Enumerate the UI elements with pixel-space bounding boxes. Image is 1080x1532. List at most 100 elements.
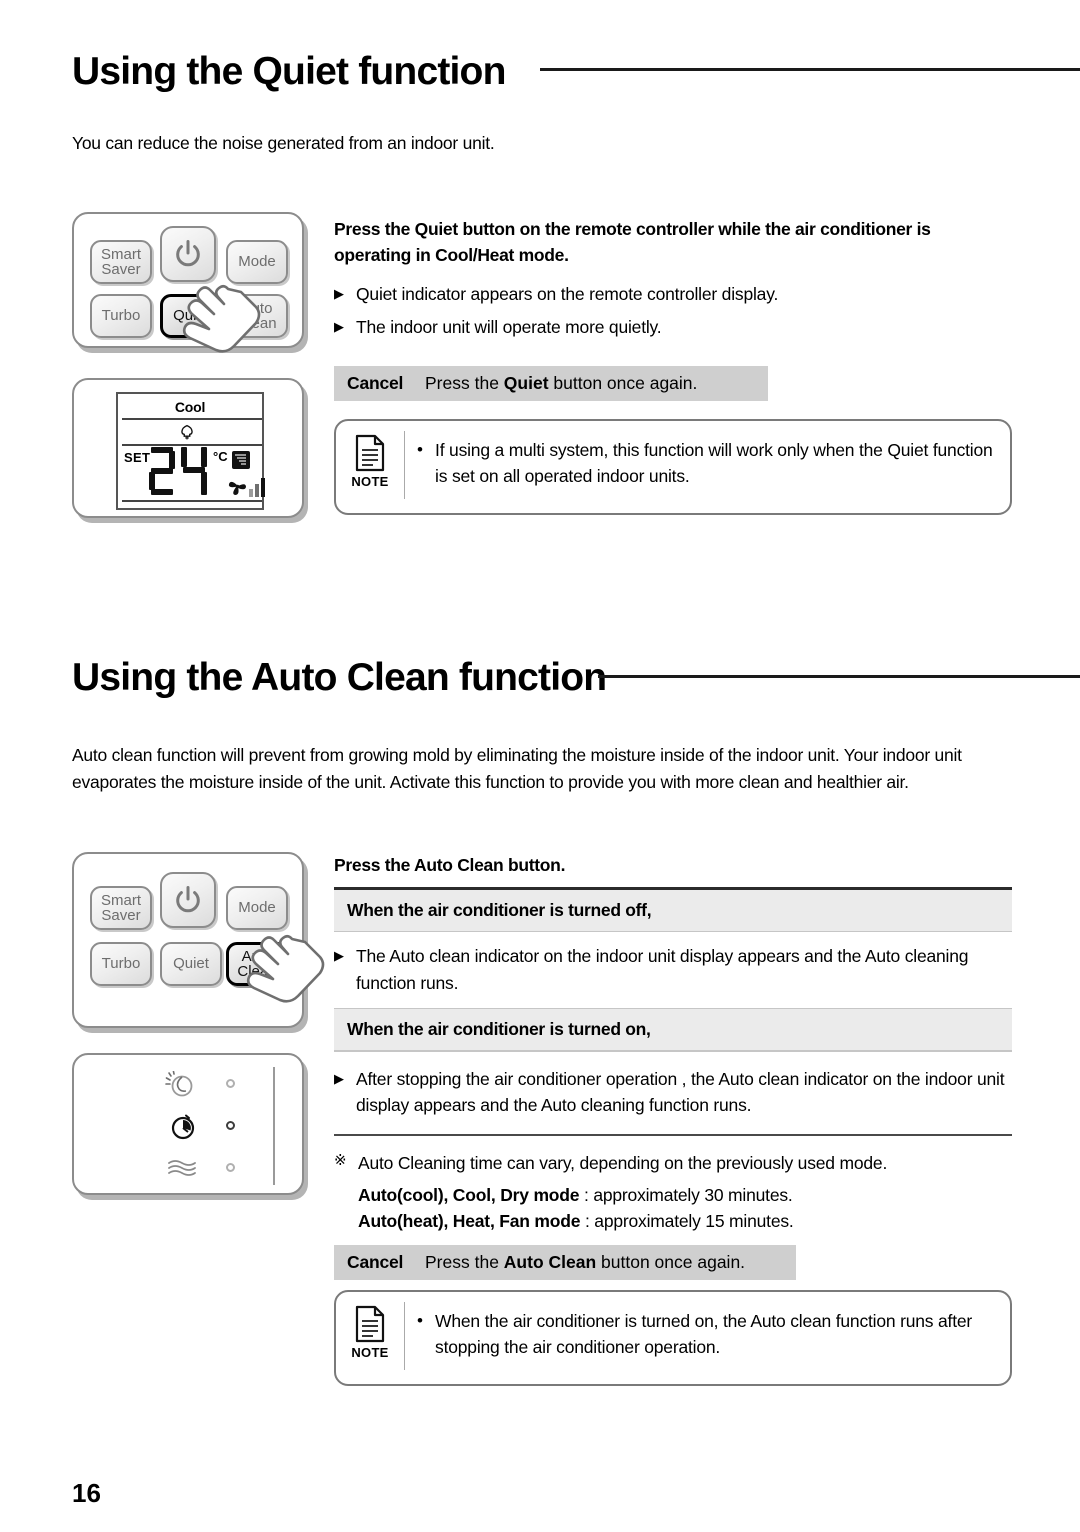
note-text: If using a multi system, this function w… [435,440,993,487]
note-star-row: ※ Auto Cleaning time can vary, depending… [334,1136,1012,1181]
band-turned-on: When the air conditioner is turned on, [334,1009,1012,1051]
triangle-bullet-icon: ▶ [334,318,344,334]
note-text: When the air conditioner is turned on, t… [435,1311,973,1358]
power-icon [176,240,200,267]
star-text: Auto Cleaning time can vary, depending o… [358,1153,888,1174]
bullet-text: After stopping the air conditioner opera… [356,1068,1005,1115]
page-title-autoclean: Using the Auto Clean function [72,656,607,699]
quiet-label: Quiet [173,955,209,973]
mode-label: Mode [238,253,276,271]
remote-controller-autoclean: Smart Saver Mode Turbo Quiet Auto Clean [72,852,325,1028]
lcd-set-label: SET [124,450,151,465]
remote-button-mode[interactable]: Mode [226,886,288,930]
airflow-icon [232,451,250,469]
remote-button-turbo[interactable]: Turbo [90,294,152,338]
manual-page: Using the Quiet function You can reduce … [0,0,1080,1532]
cancel-bold: Auto Clean [503,1252,597,1272]
bullet-item: ▶ The indoor unit will operate more quie… [334,314,1012,340]
lcd-divider-1 [122,418,262,420]
cancel-label: Cancel [347,1252,404,1272]
band-turned-off: When the air conditioner is turned off, [334,889,1012,931]
cancel-pre: Press the [425,1252,504,1272]
smart-saver-label-line2: Saver [101,907,141,924]
timer-icon [171,1114,195,1140]
section-heading-quiet: Using the Quiet function [72,52,506,91]
note-document-icon [355,1305,385,1343]
note-label: NOTE [351,474,389,489]
intro-text-autoclean: Auto clean function will prevent from gr… [72,745,962,793]
lcd-temperature-digits [149,447,207,495]
cancel-post: button once again. [548,373,698,393]
bullet-text: The indoor unit will operate more quietl… [356,316,662,337]
led-indicator [226,1079,235,1088]
instruction-block-autoclean: Press the Auto Clean button. When the ai… [334,852,1012,1234]
cancel-pre: Press the [425,373,504,393]
mode-label: Mode [238,899,276,917]
remote-button-power[interactable] [160,226,216,282]
note-side: NOTE [336,421,404,489]
remote-button-turbo[interactable]: Turbo [90,942,152,986]
inst-title-part1: Press the [334,855,415,875]
cancel-bold: Quiet [503,373,549,393]
cancel-post: button once again. [596,1252,746,1272]
timing-line-1: Auto(cool), Cool, Dry mode : approximate… [334,1182,1012,1208]
remote-lcd-panel: Cool SET °C [72,378,304,518]
triangle-bullet-icon: ▶ [334,285,344,301]
remote-button-smart-saver[interactable]: Smart Saver [90,240,152,284]
lcd-divider-3 [122,500,262,502]
inst-title-part2: button. [503,855,566,875]
remote-button-power[interactable] [160,872,216,928]
fan-speed-bars [249,478,265,497]
auto-clean-label-line2: Clean [237,315,277,332]
dot-bullet-icon: • [417,1311,423,1330]
bullet-text: The Auto clean indicator on the indoor u… [356,946,969,993]
inst-title-bold: Quiet [414,219,459,239]
triangle-bullet-icon: ▶ [334,1070,344,1086]
cancel-label: Cancel [347,373,404,393]
led-indicator [226,1121,235,1130]
lcd-mode-label: Cool [174,399,206,415]
timing-2-duration: : approximately 15 minutes. [580,1210,794,1231]
remote-button-mode[interactable]: Mode [226,240,288,284]
note-box-quiet: NOTE • If using a multi system, this fun… [334,419,1012,515]
note-label: NOTE [351,1345,389,1360]
remote-button-auto-clean[interactable]: Auto Clean [226,942,288,986]
remote-button-auto-clean[interactable]: Auto Clean [226,294,288,338]
remote-button-quiet[interactable]: Quiet [160,942,222,986]
remote-controller-quiet: Smart Saver Mode Turbo Quiet Auto Clean [72,212,304,353]
quiet-label: Quiet [173,307,209,325]
auto-clean-icon [165,1071,193,1097]
page-number: 16 [72,1478,101,1508]
led-indicator [226,1163,235,1172]
power-icon [176,886,200,913]
star-bullet-icon: ※ [334,1152,347,1170]
turbo-label: Turbo [101,307,141,325]
note-box-autoclean: NOTE • When the air conditioner is turne… [334,1290,1012,1386]
timing-1-duration: : approximately 30 minutes. [579,1184,793,1205]
display-separator [273,1067,275,1185]
bullet-item: ▶ The Auto clean indicator on the indoor… [334,932,1012,1008]
heading-rule-quiet [540,68,1080,71]
cancel-bar-autoclean: Cancel Press the Auto Clean button once … [334,1245,796,1280]
heading-rule-autoclean [598,675,1080,678]
fan-icon [228,481,246,495]
bullet-item: ▶ After stopping the air conditioner ope… [334,1052,1012,1135]
section-heading-autoclean: Using the Auto Clean function [72,656,607,699]
lcd-screen: Cool SET °C [116,392,265,510]
cancel-instruction: Press the Auto Clean button once again. [425,1252,745,1273]
inst-title-part1: Press the [334,219,415,239]
auto-clean-label-line2: Clean [237,963,277,980]
instruction-title-quiet: Press the Quiet button on the remote con… [334,216,1012,269]
quiet-indicator-icon [181,424,193,440]
intro-text-quiet: You can reduce the noise generated from … [72,133,495,153]
indoor-unit-display [72,1053,304,1195]
remote-button-smart-saver[interactable]: Smart Saver [90,886,152,930]
remote-button-quiet[interactable]: Quiet [160,294,222,338]
bullet-text: Quiet indicator appears on the remote co… [356,283,779,304]
triangle-bullet-icon: ▶ [334,948,344,964]
lcd-temperature-unit: °C [213,449,228,464]
note-content: • If using a multi system, this function… [405,421,1010,504]
timing-2-modes: Auto(heat), Heat, Fan mode [358,1210,581,1231]
instruction-title-autoclean: Press the Auto Clean button. [334,852,1012,887]
airflow-wave-icon [168,1160,196,1176]
